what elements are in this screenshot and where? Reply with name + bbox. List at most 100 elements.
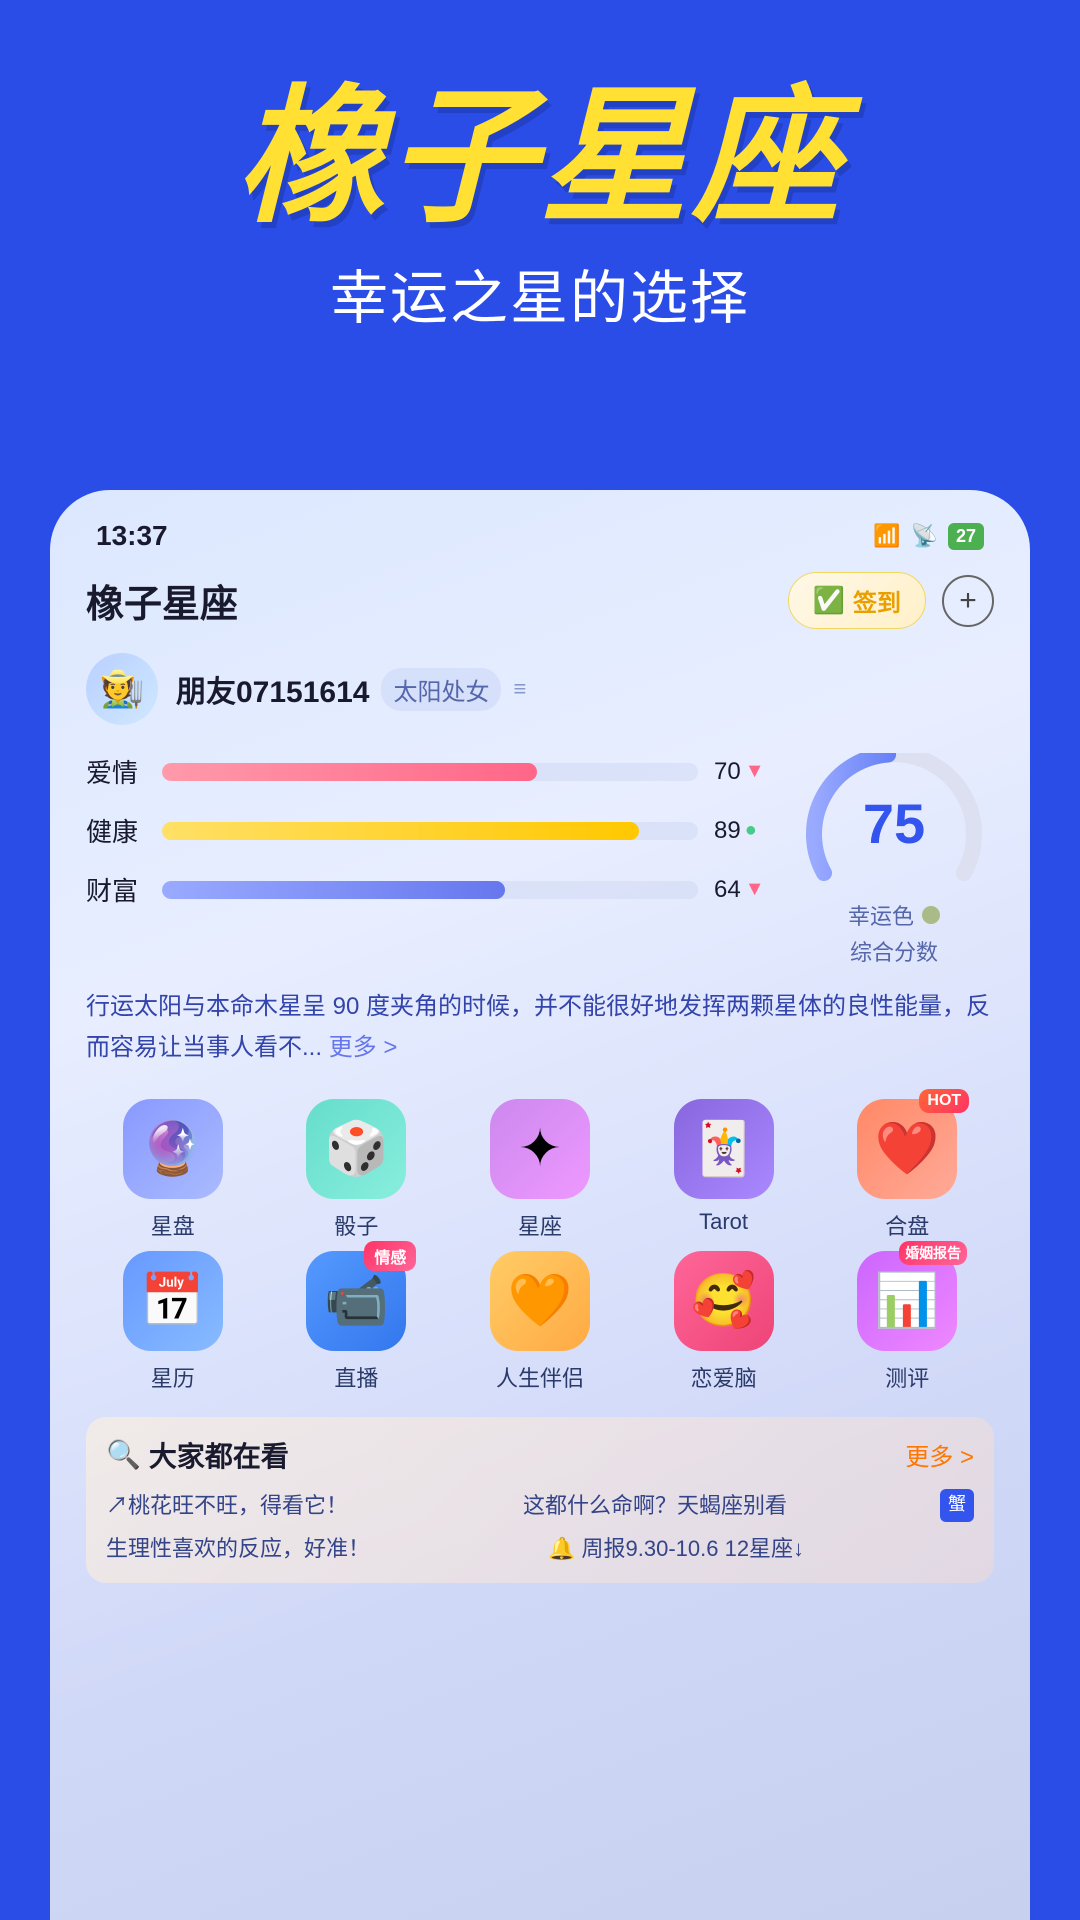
popular-item-4[interactable]: 🔔 周报9.30-10.6 12星座↓ xyxy=(548,1532,974,1565)
icon-item-hepan[interactable]: ❤️ HOT 合盘 xyxy=(820,1099,994,1241)
popular-row-1: ↗桃花旺不旺，得看它！ 这都什么命啊？天蝎座别看 蟹 xyxy=(106,1489,974,1522)
tarot-icon: 🃏 xyxy=(691,1118,756,1179)
ceping-icon: 📊 xyxy=(875,1270,940,1331)
checkin-button[interactable]: ✅ 签到 xyxy=(788,572,926,629)
arrow-up-health: ● xyxy=(745,819,757,842)
popular-items: ↗桃花旺不旺，得看它！ 这都什么命啊？天蝎座别看 蟹 生理性喜欢的反应，好准！ … xyxy=(106,1489,974,1565)
popular-item-1[interactable]: ↗桃花旺不旺，得看它！ xyxy=(106,1489,507,1522)
stat-value-health: 89 ● xyxy=(714,817,774,845)
status-icons: 📶 📡 27 xyxy=(873,523,984,550)
description-content: 行运太阳与本命木星呈 90 度夹角的时候，并不能很好地发挥两颗星体的良性能量，反… xyxy=(86,993,990,1061)
stat-bar-health xyxy=(162,822,639,840)
icon-item-lianai[interactable]: 🥰 恋爱脑 xyxy=(637,1251,811,1393)
add-button[interactable]: + xyxy=(942,575,994,627)
lianai-icon: 🥰 xyxy=(691,1270,756,1331)
hero-section: 橡子星座 幸运之星的选择 xyxy=(0,0,1080,375)
stat-label-wealth: 财富 xyxy=(86,871,146,908)
phone-mockup: 13:37 📶 📡 27 橡子星座 ✅ 签到 + 🧑‍🌾 朋友07151614 … xyxy=(50,490,1030,1920)
icon-grid: 🔮 星盘 🎲 骰子 ✦ 星座 🃏 Tarot ❤️ HOT xyxy=(86,1099,994,1393)
battery-indicator: 27 xyxy=(948,523,984,550)
desc-more[interactable]: 更多 > xyxy=(329,1034,398,1061)
popular-search-icon: 🔍 xyxy=(106,1438,141,1471)
badge-hot: HOT xyxy=(919,1089,969,1113)
icon-label-rensheng: 人生伴侣 xyxy=(496,1361,584,1393)
stat-row-health: 健康 89 ● xyxy=(86,812,774,849)
rensheng-icon: 🧡 xyxy=(508,1270,573,1331)
description-text: 行运太阳与本命木星呈 90 度夹角的时候，并不能很好地发挥两颗星体的良性能量，反… xyxy=(86,987,994,1069)
icon-bubble-lianai: 🥰 xyxy=(674,1251,774,1351)
lucky-color-row: 幸运色 xyxy=(848,899,940,931)
user-sign: 太阳处女 xyxy=(381,668,501,711)
status-time: 13:37 xyxy=(96,520,168,552)
icon-item-xingpan[interactable]: 🔮 星盘 xyxy=(86,1099,260,1241)
app-title: 橡子星座 xyxy=(86,573,238,628)
user-info: 朋友07151614 太阳处女 ≡ xyxy=(176,667,526,711)
score-circle: 75 xyxy=(804,753,984,893)
score-label: 综合分数 xyxy=(850,935,938,967)
lucky-color-label: 幸运色 xyxy=(848,899,914,931)
stat-row-wealth: 财富 64 ▼ xyxy=(86,871,774,908)
app-header: 橡子星座 ✅ 签到 + xyxy=(86,572,994,629)
stat-row-love: 爱情 70 ▼ xyxy=(86,753,774,790)
icon-bubble-ceping: 📊 婚姻报告 xyxy=(857,1251,957,1351)
stat-value-wealth: 64 ▼ xyxy=(714,876,774,904)
icon-bubble-shazi: 🎲 xyxy=(306,1099,406,1199)
stat-bar-love xyxy=(162,763,537,781)
stats-section: 爱情 70 ▼ 健康 89 ● 财富 64 ▼ xyxy=(86,753,994,967)
icon-item-zhibo[interactable]: 📹 情感 直播 xyxy=(270,1251,444,1393)
popular-item-2[interactable]: 这都什么命啊？天蝎座别看 xyxy=(523,1489,924,1522)
icon-bubble-hepan: ❤️ HOT xyxy=(857,1099,957,1199)
icon-item-ceping[interactable]: 📊 婚姻报告 测评 xyxy=(820,1251,994,1393)
arrow-down-love: ▼ xyxy=(745,760,765,783)
add-icon: + xyxy=(959,584,977,618)
bars-area: 爱情 70 ▼ 健康 89 ● 财富 64 ▼ xyxy=(86,753,774,930)
icon-item-xingzuo[interactable]: ✦ 星座 xyxy=(453,1099,627,1241)
status-bar: 13:37 📶 📡 27 xyxy=(86,520,994,552)
icon-bubble-rensheng: 🧡 xyxy=(490,1251,590,1351)
popular-tag-crab: 蟹 xyxy=(940,1489,974,1522)
icon-bubble-zhibo: 📹 情感 xyxy=(306,1251,406,1351)
icon-item-shazi[interactable]: 🎲 骰子 xyxy=(270,1099,444,1241)
xingli-icon: 📅 xyxy=(140,1270,205,1331)
shazi-icon: 🎲 xyxy=(324,1118,389,1179)
stat-label-love: 爱情 xyxy=(86,753,146,790)
icon-label-xingli: 星历 xyxy=(151,1361,195,1393)
user-row[interactable]: 🧑‍🌾 朋友07151614 太阳处女 ≡ xyxy=(86,653,994,725)
header-actions: ✅ 签到 + xyxy=(788,572,994,629)
icon-bubble-xingzuo: ✦ xyxy=(490,1099,590,1199)
badge-emotion: 情感 xyxy=(364,1241,416,1271)
icon-bubble-xingpan: 🔮 xyxy=(123,1099,223,1199)
popular-more[interactable]: 更多 > xyxy=(905,1437,974,1472)
score-number: 75 xyxy=(863,791,925,856)
xingzuo-icon: ✦ xyxy=(518,1119,562,1179)
icon-label-shazi: 骰子 xyxy=(334,1209,378,1241)
wifi-icon: 📡 xyxy=(911,523,938,549)
icon-item-xingli[interactable]: 📅 星历 xyxy=(86,1251,260,1393)
icon-label-xingzuo: 星座 xyxy=(518,1209,562,1241)
icon-label-tarot: Tarot xyxy=(699,1209,748,1235)
icon-item-tarot[interactable]: 🃏 Tarot xyxy=(637,1099,811,1241)
user-menu-icon[interactable]: ≡ xyxy=(513,676,526,702)
stat-bar-container-health xyxy=(162,822,698,840)
popular-header: 🔍 大家都在看 更多 > xyxy=(106,1435,974,1475)
stat-bar-container-wealth xyxy=(162,881,698,899)
popular-section: 🔍 大家都在看 更多 > ↗桃花旺不旺，得看它！ 这都什么命啊？天蝎座别看 蟹 … xyxy=(86,1417,994,1583)
icon-label-zhibo: 直播 xyxy=(334,1361,378,1393)
arrow-down-wealth: ▼ xyxy=(745,878,765,901)
icon-item-rensheng[interactable]: 🧡 人生伴侣 xyxy=(453,1251,627,1393)
badge-marriage: 婚姻报告 xyxy=(899,1241,967,1265)
zhibo-icon: 📹 xyxy=(324,1270,389,1331)
icon-label-ceping: 测评 xyxy=(885,1361,929,1393)
hero-subtitle: 幸运之星的选择 xyxy=(60,251,1020,335)
stat-bar-wealth xyxy=(162,881,505,899)
user-name: 朋友07151614 xyxy=(176,667,369,711)
popular-title: 🔍 大家都在看 xyxy=(106,1435,289,1475)
avatar: 🧑‍🌾 xyxy=(86,653,158,725)
icon-label-lianai: 恋爱脑 xyxy=(691,1361,757,1393)
icon-label-xingpan: 星盘 xyxy=(151,1209,195,1241)
stat-label-health: 健康 xyxy=(86,812,146,849)
checkin-label: 签到 xyxy=(853,583,901,618)
stat-bar-container-love xyxy=(162,763,698,781)
score-circle-area: 75 幸运色 综合分数 xyxy=(794,753,994,967)
popular-item-3[interactable]: 生理性喜欢的反应，好准！ xyxy=(106,1532,532,1565)
